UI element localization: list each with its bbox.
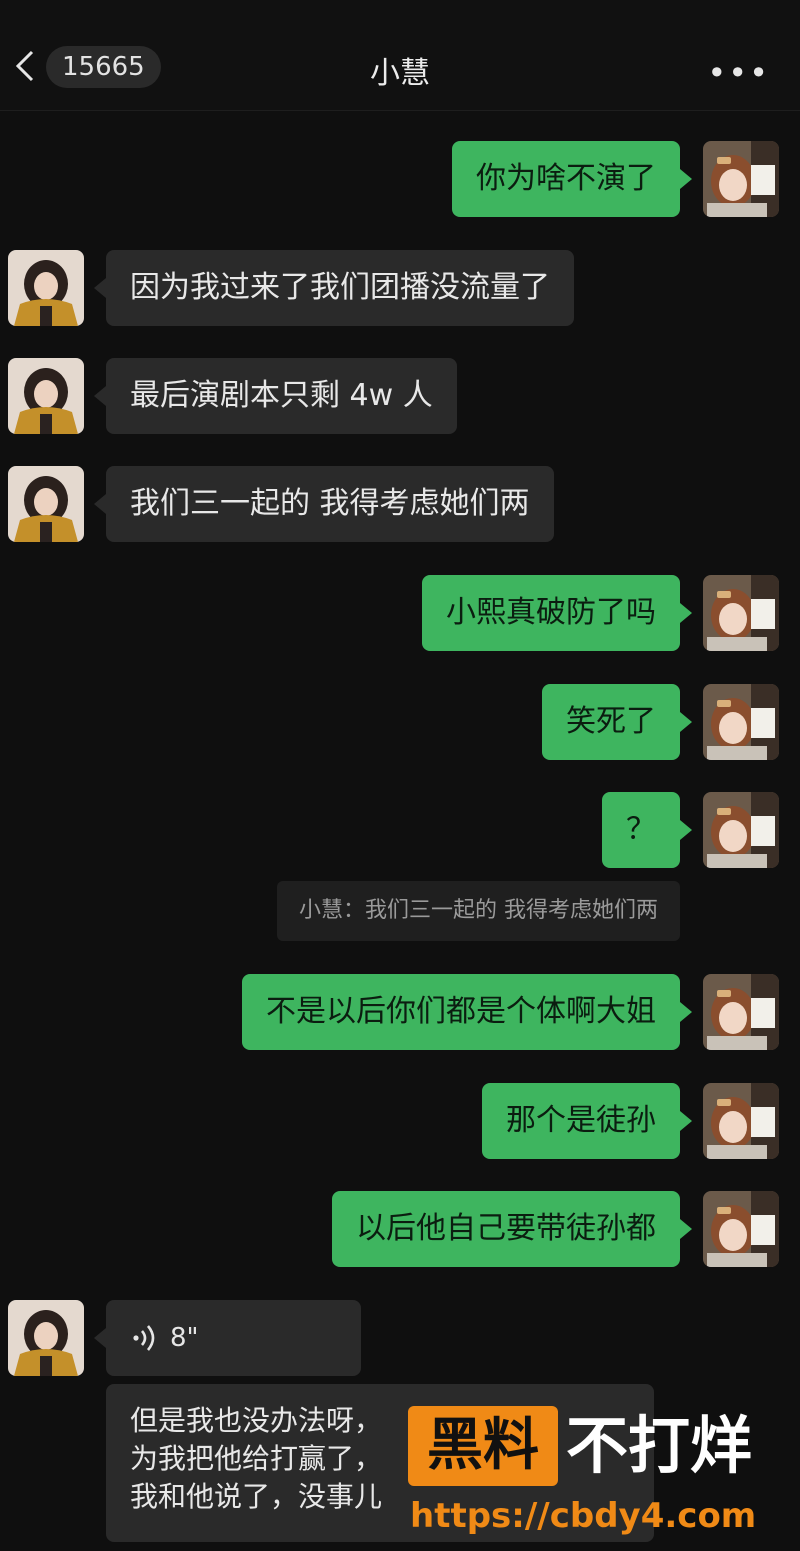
my-avatar[interactable] <box>703 1083 779 1159</box>
more-options-icon[interactable]: ••• <box>707 54 770 92</box>
my-avatar[interactable] <box>703 684 779 760</box>
voice-wave-icon <box>133 1325 155 1351</box>
received-message-bubble[interactable]: 我们三一起的 我得考虑她们两 <box>94 466 554 542</box>
chat-header: 15665 小慧 ••• <box>0 0 800 111</box>
voice-message-bubble[interactable]: 8" <box>94 1300 361 1376</box>
voice-duration: 8" <box>170 1323 199 1353</box>
watermark: 黑料 不打烊 https://cbdy4.com <box>408 1404 800 1551</box>
contact-name-title: 小慧 <box>370 56 430 91</box>
watermark-brand-box: 黑料 <box>408 1406 558 1486</box>
sent-message-bubble[interactable]: 小熙真破防了吗 <box>422 575 692 651</box>
sent-message-bubble[interactable]: 那个是徒孙 <box>482 1083 692 1159</box>
watermark-brand2: 不打烊 <box>566 1409 753 1482</box>
quoted-message[interactable]: 小慧：我们三一起的 我得考虑她们两 <box>277 881 680 941</box>
my-avatar[interactable] <box>703 792 779 868</box>
sent-message-bubble[interactable]: ？ <box>602 792 692 868</box>
contact-avatar[interactable] <box>8 358 84 434</box>
my-avatar[interactable] <box>703 575 779 651</box>
received-message-bubble[interactable]: 因为我过来了我们团播没流量了 <box>94 250 574 326</box>
sent-message-bubble[interactable]: 笑死了 <box>542 684 692 760</box>
watermark-url: https://cbdy4.com <box>410 1496 757 1536</box>
contact-avatar[interactable] <box>8 250 84 326</box>
watermark-brand1: 黑料 <box>427 1413 539 1478</box>
my-avatar[interactable] <box>703 141 779 217</box>
contact-avatar[interactable] <box>8 466 84 542</box>
sent-message-bubble[interactable]: 不是以后你们都是个体啊大姐 <box>242 974 692 1050</box>
sent-message-bubble[interactable]: 你为啥不演了 <box>452 141 692 217</box>
my-avatar[interactable] <box>703 1191 779 1267</box>
sent-message-bubble[interactable]: 以后他自己要带徒孙都 <box>332 1191 692 1267</box>
received-message-bubble[interactable]: 最后演剧本只剩 4w 人 <box>94 358 457 434</box>
contact-avatar[interactable] <box>8 1300 84 1376</box>
my-avatar[interactable] <box>703 974 779 1050</box>
